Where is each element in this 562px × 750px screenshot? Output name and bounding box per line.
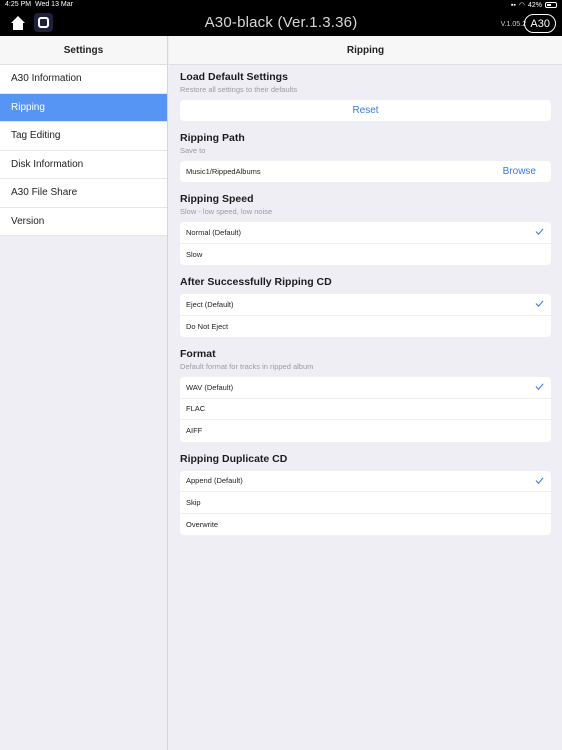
section-title: After Successfully Ripping CD bbox=[180, 276, 332, 288]
option-aiff[interactable]: AIFF bbox=[180, 420, 551, 442]
checkmark-icon bbox=[535, 383, 544, 390]
date-text: Wed 13 Mar bbox=[34, 1, 73, 8]
path-value: Music1/RippedAlbums bbox=[186, 167, 261, 176]
option-label: WAV (Default) bbox=[186, 382, 234, 392]
section-title: Load Default Settings bbox=[180, 71, 288, 83]
section-subtitle: Default format for tracks in ripped albu… bbox=[180, 362, 314, 371]
app-title: A30-black (Ver.1.3.36) bbox=[204, 14, 358, 31]
version-label: V.1.05.2 bbox=[500, 21, 526, 28]
sidebar-item-ripping[interactable]: Ripping bbox=[0, 93, 167, 122]
option-label: Eject (Default) bbox=[186, 299, 234, 309]
after-ripping-options: Eject (Default) Do Not Eject bbox=[180, 294, 551, 337]
format-section: Format Default format for tracks in ripp… bbox=[169, 348, 562, 442]
option-append[interactable]: Append (Default) bbox=[180, 471, 551, 492]
time-text: 4:25 PM bbox=[5, 1, 32, 8]
load-defaults-section: Load Default Settings Restore all settin… bbox=[169, 71, 562, 121]
ripping-path-section: Ripping Path Save to Music1/RippedAlbums… bbox=[169, 132, 562, 182]
option-label: Do Not Eject bbox=[186, 321, 229, 331]
section-subtitle: Save to bbox=[180, 146, 206, 155]
sidebar-title: Settings bbox=[0, 36, 167, 65]
wifi-icon: ◠ bbox=[518, 2, 525, 9]
section-subtitle: Restore all settings to their defaults bbox=[180, 85, 298, 94]
option-label: Skip bbox=[186, 497, 201, 507]
battery-icon bbox=[545, 2, 557, 8]
option-do-not-eject[interactable]: Do Not Eject bbox=[180, 316, 551, 338]
option-label: AIFF bbox=[186, 426, 203, 436]
checkmark-icon bbox=[535, 300, 544, 307]
option-eject[interactable]: Eject (Default) bbox=[180, 294, 551, 316]
duplicate-options: Append (Default) Skip Overwrite bbox=[180, 470, 551, 536]
option-wav[interactable]: WAV (Default) bbox=[180, 377, 551, 399]
section-title: Format bbox=[180, 348, 216, 360]
path-card: Music1/RippedAlbums Browse bbox=[180, 161, 551, 182]
status-time: 4:25 PM Wed 13 Mar bbox=[5, 1, 73, 8]
duplicate-section: Ripping Duplicate CD Append (Default) Sk… bbox=[169, 452, 562, 536]
after-ripping-section: After Successfully Ripping CD Eject (Def… bbox=[169, 276, 562, 337]
battery-percent: 42% bbox=[527, 1, 542, 9]
section-title: Ripping Duplicate CD bbox=[180, 452, 288, 465]
section-title: Ripping Speed bbox=[180, 193, 254, 205]
section-title: Ripping Path bbox=[180, 132, 245, 144]
status-indicators: ▪▪ ◠ 42% bbox=[511, 1, 557, 9]
option-label: Slow bbox=[186, 249, 203, 259]
ripping-speed-section: Ripping Speed Slow - low speed, low nois… bbox=[169, 193, 562, 265]
option-overwrite[interactable]: Overwrite bbox=[180, 514, 551, 536]
sidebar-item-disk-information[interactable]: Disk Information bbox=[0, 150, 167, 179]
option-label: Overwrite bbox=[186, 519, 219, 529]
main-panel: Ripping Load Default Settings Restore al… bbox=[169, 36, 562, 750]
option-normal[interactable]: Normal (Default) bbox=[180, 222, 551, 244]
top-bar: 4:25 PM Wed 13 Mar ▪▪ ◠ 42% A30-black (V… bbox=[0, 0, 562, 36]
device-button[interactable]: A30 bbox=[524, 14, 556, 33]
option-label: Append (Default) bbox=[186, 476, 243, 486]
checkmark-icon bbox=[535, 476, 544, 484]
sidebar-item-a30-information[interactable]: A30 Information bbox=[0, 65, 167, 94]
option-label: Normal (Default) bbox=[186, 227, 242, 237]
option-label: FLAC bbox=[186, 404, 206, 414]
reset-button[interactable]: Reset bbox=[180, 100, 551, 121]
sidebar-item-version[interactable]: Version bbox=[0, 207, 167, 236]
option-flac[interactable]: FLAC bbox=[180, 399, 551, 420]
option-skip[interactable]: Skip bbox=[180, 492, 551, 514]
option-slow[interactable]: Slow bbox=[180, 244, 551, 266]
signal-icon: ▪▪ bbox=[510, 1, 516, 9]
path-row: Music1/RippedAlbums Browse bbox=[180, 161, 551, 182]
format-options: WAV (Default) FLAC AIFF bbox=[180, 377, 551, 442]
reset-card: Reset bbox=[180, 100, 551, 121]
speed-options: Normal (Default) Slow bbox=[180, 222, 551, 265]
section-subtitle: Slow - low speed, low noise bbox=[180, 207, 273, 216]
sidebar-item-file-share[interactable]: A30 File Share bbox=[0, 179, 167, 208]
sidebar: Settings A30 Information Ripping Tag Edi… bbox=[0, 36, 168, 750]
browse-button[interactable]: Browse bbox=[503, 166, 536, 177]
main-title: Ripping bbox=[169, 36, 562, 65]
checkmark-icon bbox=[535, 228, 544, 235]
sidebar-item-tag-editing[interactable]: Tag Editing bbox=[0, 122, 167, 151]
